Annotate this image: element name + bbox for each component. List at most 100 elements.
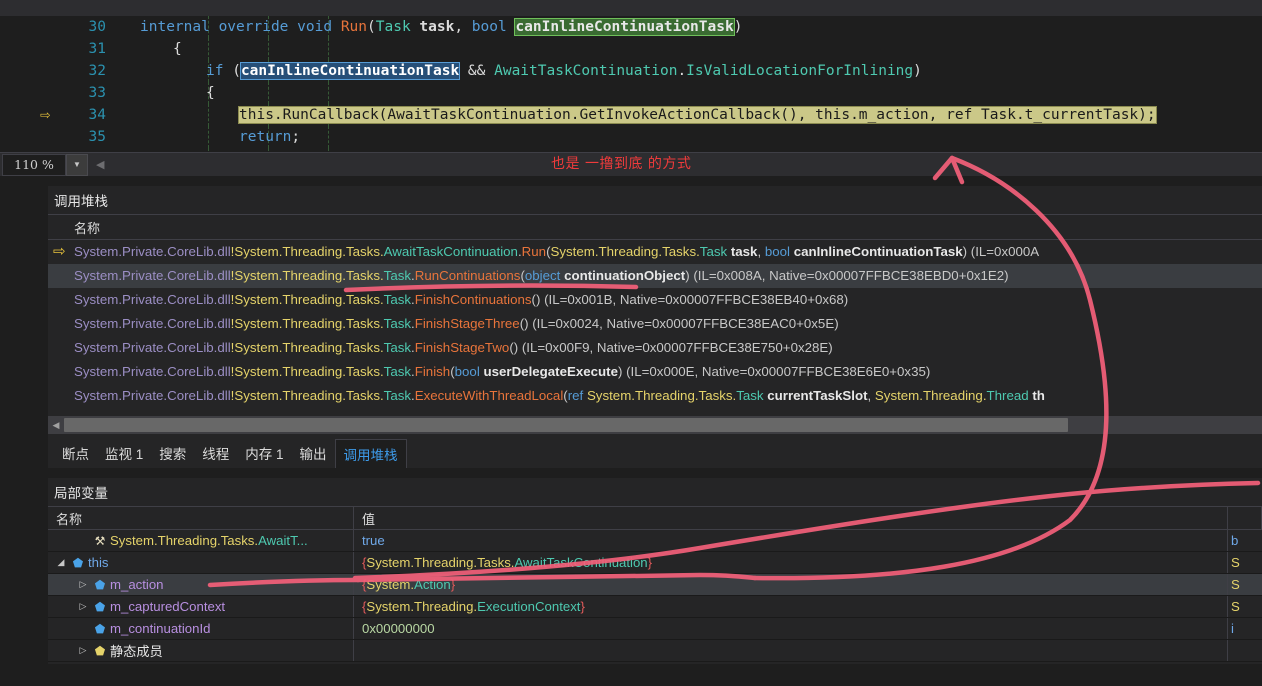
call-stack-row[interactable]: System.Private.CoreLib.dll!System.Thread… — [48, 288, 1262, 312]
stack-frame-token: System. — [234, 292, 282, 307]
chevron-right-icon[interactable]: ▷ — [76, 601, 90, 612]
locals-row[interactable]: ⬟m_continuationId0x00000000i — [48, 618, 1262, 640]
locals-name-cell[interactable]: ▷⬟m_action — [48, 574, 354, 595]
code-lines[interactable]: 30 internal override void Run(Task task, … — [0, 16, 1262, 152]
chevron-down-icon[interactable]: ▼ — [66, 154, 88, 176]
locals-name-cell[interactable]: ▷⬟m_capturedContext — [48, 596, 354, 617]
stack-frame-token: RunContinuations — [415, 268, 521, 283]
stack-frame-token: , — [868, 388, 875, 403]
locals-value-cell[interactable] — [354, 640, 1228, 661]
code-line[interactable]: 33 { — [0, 82, 1262, 104]
locals-row[interactable]: ◢⬟this{System.Threading.Tasks.AwaitTaskC… — [48, 552, 1262, 574]
debug-tab-输出[interactable]: 输出 — [292, 439, 335, 467]
stack-frame-token: Task — [384, 316, 411, 331]
locals-rows[interactable]: ⚒System.Threading.Tasks.AwaitT...trueb◢⬟… — [48, 530, 1262, 662]
stack-frame-token: Threading. — [282, 316, 346, 331]
code-line[interactable]: 32if (canInlineContinuationTask && Await… — [0, 60, 1262, 82]
editor-gutter[interactable] — [0, 38, 38, 60]
stack-frame-token: Tasks. — [662, 244, 700, 259]
stack-frame-token: Task — [384, 268, 411, 283]
code-editor[interactable]: 30 internal override void Run(Task task, … — [0, 0, 1262, 152]
locals-value-token: Action — [414, 577, 451, 592]
locals-value-cell[interactable]: {System.Threading.Tasks.AwaitTaskContinu… — [354, 552, 1228, 573]
debug-tab-搜索[interactable]: 搜索 — [151, 439, 194, 467]
call-stack-row[interactable]: System.Private.CoreLib.dll!System.Thread… — [48, 360, 1262, 384]
debug-window-tabs[interactable]: 断点监视 1搜索线程内存 1输出调用堆栈 — [48, 438, 1262, 468]
code-text[interactable]: { — [206, 82, 215, 104]
scroll-left-arrow-icon[interactable]: ◀ — [96, 158, 104, 171]
stack-frame-token: Tasks. — [346, 292, 384, 307]
locals-type-cell: i — [1228, 618, 1262, 639]
field-private-icon: ⬟ — [90, 600, 110, 614]
stack-frame-token: System.Private.CoreLib.dll — [74, 268, 231, 283]
code-text[interactable]: this.RunCallback(AwaitTaskContinuation.G… — [239, 104, 1156, 126]
stack-frame-token: Threading. — [282, 268, 346, 283]
locals-row[interactable]: ⚒System.Threading.Tasks.AwaitT...trueb — [48, 530, 1262, 552]
scroll-left-arrow-icon[interactable]: ◀ — [48, 420, 64, 431]
stack-frame-token: Threading. — [282, 388, 346, 403]
line-number: 30 — [66, 16, 106, 38]
locals-name-cell[interactable]: ▷⬟静态成员 — [48, 640, 354, 661]
code-token: if — [206, 63, 232, 79]
call-stack-row[interactable]: System.Private.CoreLib.dll!System.Thread… — [48, 264, 1262, 288]
call-stack-column-headers[interactable]: 名称 — [48, 214, 1262, 240]
code-token: override — [219, 19, 298, 35]
call-stack-rows[interactable]: ⇨System.Private.CoreLib.dll!System.Threa… — [48, 240, 1262, 408]
code-line[interactable]: ⇨34this.RunCallback(AwaitTaskContinuatio… — [0, 104, 1262, 126]
chevron-right-icon[interactable]: ▷ — [76, 645, 90, 656]
chevron-down-icon[interactable]: ◢ — [54, 557, 68, 568]
call-stack-row[interactable]: System.Private.CoreLib.dll!System.Thread… — [48, 312, 1262, 336]
code-text[interactable]: if (canInlineContinuationTask && AwaitTa… — [206, 60, 922, 82]
scrollbar-thumb[interactable] — [64, 418, 1068, 432]
call-stack-header-name[interactable]: 名称 — [48, 218, 100, 237]
debug-tab-线程[interactable]: 线程 — [194, 439, 237, 467]
locals-row[interactable]: ▷⬟m_action{System.Action}S — [48, 574, 1262, 596]
locals-value-cell[interactable]: 0x00000000 — [354, 618, 1228, 639]
locals-header-name[interactable]: 名称 — [48, 507, 354, 529]
editor-gutter[interactable] — [0, 104, 38, 126]
code-text[interactable]: { — [173, 38, 182, 60]
locals-row[interactable]: ▷⬟静态成员 — [48, 640, 1262, 662]
call-stack-horizontal-scrollbar[interactable]: ◀ — [48, 416, 1262, 434]
locals-name-cell[interactable]: ⚒System.Threading.Tasks.AwaitT... — [48, 530, 354, 551]
locals-value-cell[interactable]: {System.Action} — [354, 574, 1228, 595]
zoom-level-value[interactable]: 110 % — [2, 154, 66, 176]
stack-frame-token: Tasks. — [346, 316, 384, 331]
editor-gutter[interactable] — [0, 82, 38, 104]
debug-tab-内存 1[interactable]: 内存 1 — [237, 439, 291, 467]
call-stack-row[interactable]: ⇨System.Private.CoreLib.dll!System.Threa… — [48, 240, 1262, 264]
line-number: 33 — [66, 82, 106, 104]
locals-value-cell[interactable]: true — [354, 530, 1228, 551]
locals-name-cell[interactable]: ⬟m_continuationId — [48, 618, 354, 639]
call-stack-row[interactable]: System.Private.CoreLib.dll!System.Thread… — [48, 384, 1262, 408]
stack-frame-token: Task — [384, 364, 411, 379]
indent-guide — [328, 82, 329, 104]
editor-gutter[interactable] — [0, 60, 38, 82]
code-line[interactable]: 35 return; — [0, 126, 1262, 148]
annotation-text-top: 也是 一撸到底 的方式 — [551, 153, 691, 173]
chevron-right-icon[interactable]: ▷ — [76, 579, 90, 590]
locals-header-type[interactable] — [1228, 507, 1262, 529]
call-stack-row[interactable]: System.Private.CoreLib.dll!System.Thread… — [48, 336, 1262, 360]
line-number: 35 — [66, 126, 106, 148]
debug-tab-调用堆栈[interactable]: 调用堆栈 — [335, 439, 407, 468]
stack-frame-token: System.Private.CoreLib.dll — [74, 340, 231, 355]
code-text[interactable]: internal override void Run(Task task, bo… — [140, 16, 742, 38]
locals-row[interactable]: ▷⬟m_capturedContext{System.Threading.Exe… — [48, 596, 1262, 618]
locals-type-cell: S — [1228, 552, 1262, 573]
editor-gutter[interactable] — [0, 126, 38, 148]
code-text[interactable]: return; — [239, 126, 300, 148]
locals-header-value[interactable]: 值 — [354, 507, 1228, 529]
editor-gutter[interactable] — [0, 16, 38, 38]
locals-value-cell[interactable]: {System.Threading.ExecutionContext} — [354, 596, 1228, 617]
locals-column-headers[interactable]: 名称 值 — [48, 506, 1262, 530]
field-public-icon: ⬟ — [90, 578, 110, 592]
code-line[interactable]: 31{ — [0, 38, 1262, 60]
highlighted-token: this.RunCallback(AwaitTaskContinuation.G… — [239, 107, 1156, 123]
debug-tab-断点[interactable]: 断点 — [54, 439, 97, 467]
locals-name-token: m_capturedContext — [110, 599, 225, 614]
stack-frame-token: Threading. — [635, 388, 699, 403]
locals-name-cell[interactable]: ◢⬟this — [48, 552, 354, 573]
code-line[interactable]: 30 internal override void Run(Task task, … — [0, 16, 1262, 38]
debug-tab-监视 1[interactable]: 监视 1 — [97, 439, 151, 467]
